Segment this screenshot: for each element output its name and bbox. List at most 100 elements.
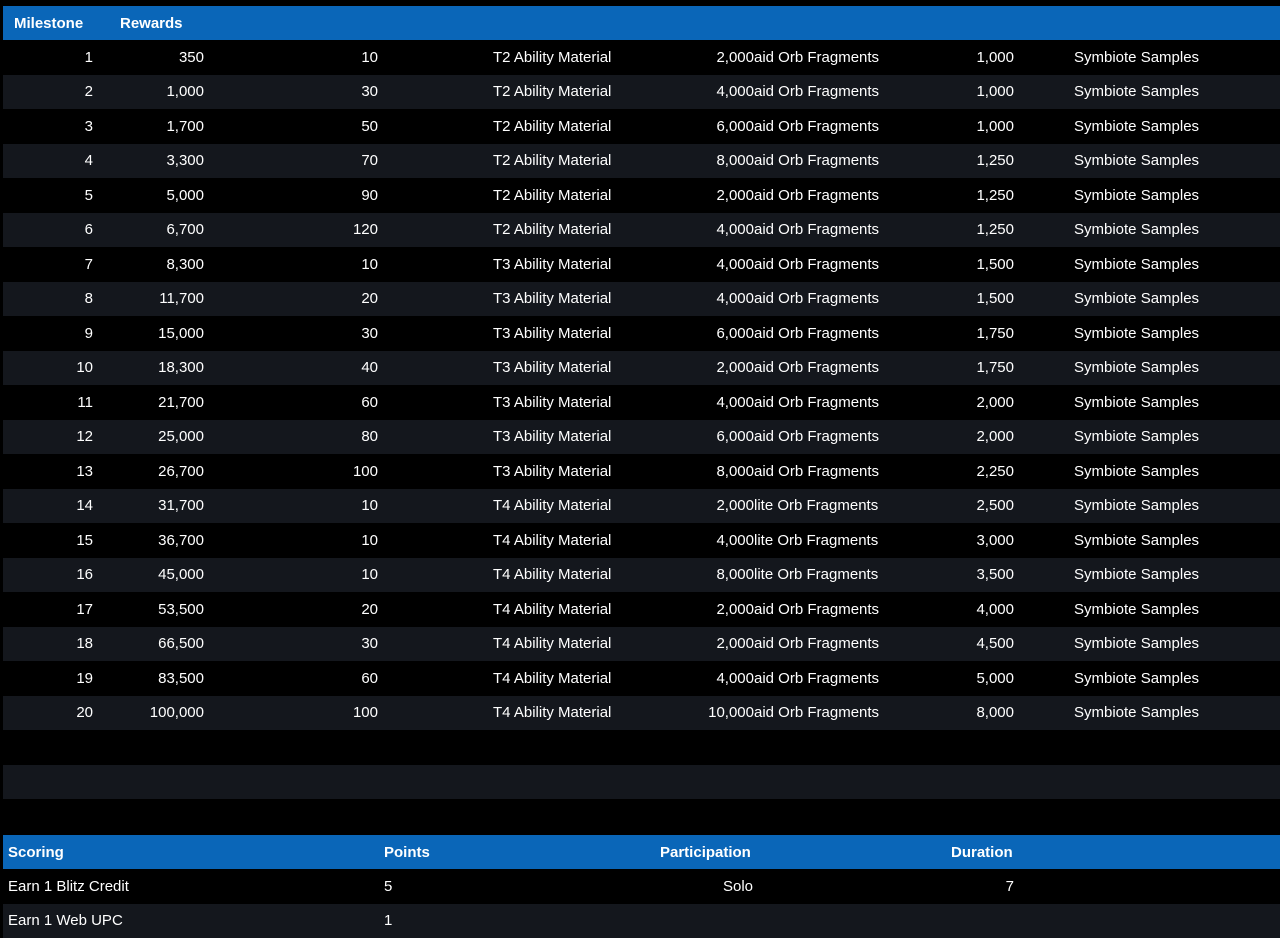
reward-2-qty: 8,000 bbox=[716, 462, 754, 480]
milestone-points: 3,300 bbox=[166, 152, 204, 170]
reward-3-name: Symbiote Samples bbox=[1074, 566, 1200, 584]
reward-1-qty: 30 bbox=[361, 83, 378, 101]
milestone-number: 12 bbox=[76, 428, 93, 446]
reward-3-qty: 2,000 bbox=[976, 393, 1014, 411]
reward-2-name: aid Orb Fragments bbox=[754, 290, 880, 308]
reward-2-qty: 8,000 bbox=[716, 152, 754, 170]
reward-2-qty: 2,000 bbox=[716, 359, 754, 377]
reward-2-qty: 4,000 bbox=[716, 393, 754, 411]
milestone-number: 10 bbox=[76, 359, 93, 377]
table-row: 9 15,000 30 T3 Ability Material 6,000 aid Orb… bbox=[3, 316, 1280, 351]
reward-3-qty: 2,500 bbox=[976, 497, 1014, 515]
reward-1-name: T3 Ability Material bbox=[493, 255, 612, 273]
reward-1-qty: 20 bbox=[361, 600, 378, 618]
reward-2-name: aid Orb Fragments bbox=[754, 324, 880, 342]
empty-row bbox=[3, 764, 1280, 799]
milestone-number: 15 bbox=[76, 531, 93, 549]
milestones-header-row: Milestone Rewards bbox=[3, 6, 1280, 40]
table-row: 8 11,700 20 T3 Ability Material 4,000 aid Orb… bbox=[3, 281, 1280, 316]
reward-2-name: aid Orb Fragments bbox=[754, 393, 880, 411]
reward-3-name: Symbiote Samples bbox=[1074, 600, 1200, 618]
reward-2-qty: 6,000 bbox=[716, 324, 754, 342]
milestone-points: 11,700 bbox=[159, 290, 204, 308]
reward-2-qty: 6,000 bbox=[716, 117, 754, 135]
milestone-number: 11 bbox=[77, 393, 93, 411]
reward-3-name: Symbiote Samples bbox=[1074, 497, 1200, 515]
milestone-points: 66,500 bbox=[158, 635, 204, 653]
table-row: Earn 1 Blitz Credit 5 Solo 7 bbox=[3, 869, 1280, 904]
reward-3-name: Symbiote Samples bbox=[1074, 428, 1200, 446]
scoring-action: Earn 1 Blitz Credit bbox=[8, 877, 129, 895]
table-row: 15 36,700 10 T4 Ability Material 4,000 lite O… bbox=[3, 523, 1280, 558]
scoring-points: 1 bbox=[384, 912, 393, 930]
milestone-number: 14 bbox=[76, 497, 93, 515]
reward-1-qty: 10 bbox=[361, 48, 378, 66]
milestone-number: 20 bbox=[76, 704, 93, 722]
reward-3-name: Symbiote Samples bbox=[1074, 48, 1200, 66]
reward-2-name: aid Orb Fragments bbox=[754, 669, 880, 687]
reward-3-name: Symbiote Samples bbox=[1074, 117, 1200, 135]
table-row: 20 100,000 100 T4 Ability Material 10,000 aid… bbox=[3, 695, 1280, 730]
reward-1-qty: 90 bbox=[361, 186, 378, 204]
reward-3-qty: 1,000 bbox=[976, 117, 1014, 135]
table-row: 19 83,500 60 T4 Ability Material 4,000 aid Or… bbox=[3, 661, 1280, 696]
reward-2-name: aid Orb Fragments bbox=[754, 221, 880, 239]
header-duration: Duration bbox=[951, 843, 1013, 861]
reward-2-qty: 4,000 bbox=[716, 83, 754, 101]
milestone-points: 15,000 bbox=[158, 324, 204, 342]
reward-1-name: T3 Ability Material bbox=[493, 359, 612, 377]
reward-2-name: aid Orb Fragments bbox=[754, 635, 880, 653]
reward-3-qty: 4,000 bbox=[976, 600, 1014, 618]
reward-1-name: T4 Ability Material bbox=[493, 600, 612, 618]
reward-3-name: Symbiote Samples bbox=[1074, 290, 1200, 308]
reward-2-name: aid Orb Fragments bbox=[754, 462, 880, 480]
milestone-number: 8 bbox=[84, 290, 93, 308]
reward-1-name: T2 Ability Material bbox=[493, 221, 612, 239]
milestone-number: 4 bbox=[84, 152, 93, 170]
milestone-points: 8,300 bbox=[166, 255, 204, 273]
milestone-number: 13 bbox=[76, 462, 93, 480]
reward-2-qty: 4,000 bbox=[716, 255, 754, 273]
header-rewards: Rewards bbox=[120, 14, 183, 32]
milestone-number: 5 bbox=[84, 186, 93, 204]
reward-2-qty: 8,000 bbox=[716, 566, 754, 584]
reward-3-name: Symbiote Samples bbox=[1074, 635, 1200, 653]
table-row: 13 26,700 100 T3 Ability Material 8,000 aid O… bbox=[3, 454, 1280, 489]
reward-2-qty: 2,000 bbox=[716, 600, 754, 618]
reward-2-qty: 2,000 bbox=[716, 635, 754, 653]
milestone-points: 100,000 bbox=[149, 704, 204, 722]
reward-2-name: aid Orb Fragments bbox=[754, 359, 880, 377]
reward-1-name: T4 Ability Material bbox=[493, 531, 612, 549]
reward-3-qty: 8,000 bbox=[976, 704, 1014, 722]
reward-1-name: T4 Ability Material bbox=[493, 566, 612, 584]
header-participation: Participation bbox=[660, 843, 751, 861]
table-row: 7 8,300 10 T3 Ability Material 4,000 aid Orb … bbox=[3, 247, 1280, 282]
reward-2-name: lite Orb Fragments bbox=[754, 566, 879, 584]
reward-2-qty: 2,000 bbox=[716, 48, 754, 66]
reward-2-name: aid Orb Fragments bbox=[754, 704, 880, 722]
reward-3-qty: 2,000 bbox=[976, 428, 1014, 446]
table-row: 1 350 10 T2 Ability Material 2,000 aid Orb Fr… bbox=[3, 40, 1280, 75]
reward-2-name: lite Orb Fragments bbox=[754, 531, 879, 549]
reward-1-qty: 10 bbox=[361, 531, 378, 549]
milestone-number: 3 bbox=[84, 117, 93, 135]
reward-1-qty: 10 bbox=[361, 255, 378, 273]
reward-1-name: T2 Ability Material bbox=[493, 83, 612, 101]
table-row: 4 3,300 70 T2 Ability Material 8,000 aid Orb … bbox=[3, 143, 1280, 178]
reward-1-qty: 60 bbox=[361, 669, 378, 687]
milestone-points: 6,700 bbox=[166, 221, 204, 239]
reward-1-qty: 10 bbox=[361, 497, 378, 515]
reward-3-qty: 2,250 bbox=[976, 462, 1014, 480]
milestone-points: 1,000 bbox=[166, 83, 204, 101]
milestone-number: 6 bbox=[84, 221, 93, 239]
reward-3-name: Symbiote Samples bbox=[1074, 359, 1200, 377]
reward-1-qty: 100 bbox=[352, 462, 378, 480]
milestone-points: 5,000 bbox=[166, 186, 204, 204]
scoring-participation: Solo bbox=[722, 877, 753, 895]
reward-2-qty: 10,000 bbox=[708, 704, 754, 722]
reward-1-qty: 70 bbox=[361, 152, 378, 170]
milestone-points: 21,700 bbox=[158, 393, 204, 411]
reward-2-name: aid Orb Fragments bbox=[754, 428, 880, 446]
reward-2-qty: 2,000 bbox=[716, 497, 754, 515]
table-row: 18 66,500 30 T4 Ability Material 2,000 aid Or… bbox=[3, 626, 1280, 661]
